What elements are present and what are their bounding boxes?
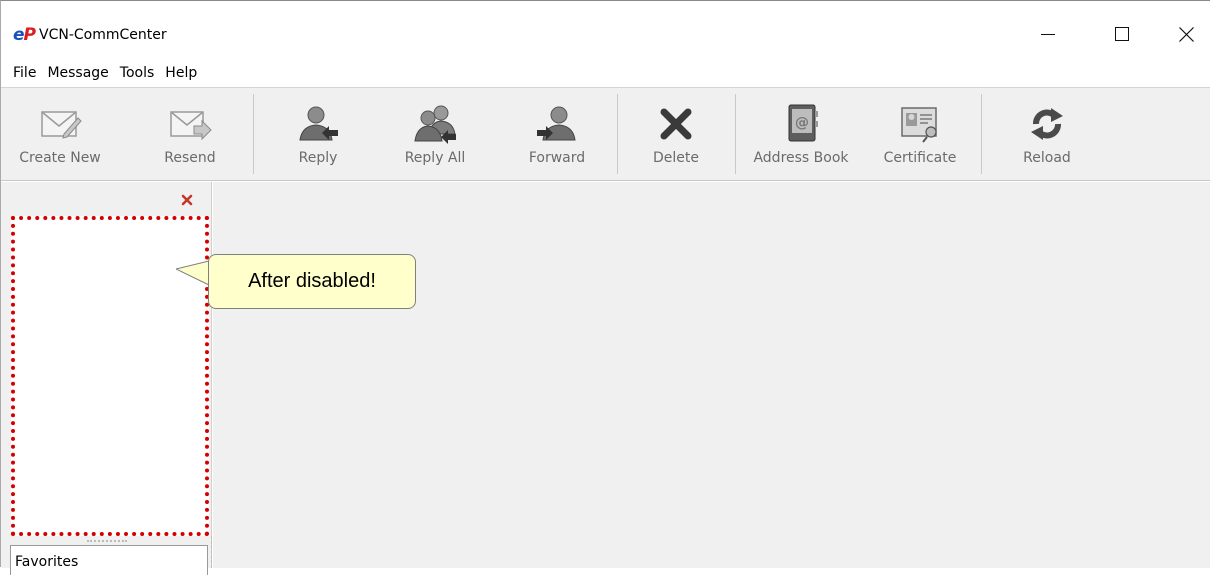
people-reply-icon — [413, 102, 457, 146]
reload-icon — [1025, 102, 1069, 146]
person-reply-icon — [296, 102, 340, 146]
logo-letter-p: P — [23, 25, 37, 45]
envelope-pencil-icon — [38, 102, 82, 146]
logo-letter-e: e — [13, 25, 24, 45]
menu-bar: File Message Tools Help — [1, 59, 1210, 87]
panel-header — [1, 182, 211, 214]
address-book-button[interactable]: @ Address Book — [745, 88, 857, 180]
certificate-label: Certificate — [883, 150, 957, 166]
forward-label: Forward — [528, 150, 586, 166]
maximize-icon — [1115, 27, 1129, 41]
toolbar-separator — [617, 94, 618, 174]
main-content-area — [213, 182, 1210, 568]
person-forward-icon — [535, 102, 579, 146]
menu-tools[interactable]: Tools — [115, 63, 161, 83]
reload-label: Reload — [1023, 150, 1071, 166]
window-title: VCN-CommCenter — [39, 27, 167, 43]
delete-label: Delete — [653, 150, 699, 166]
left-panel: Favorites — [1, 182, 212, 575]
create-new-label: Create New — [19, 150, 101, 166]
panel-divider — [211, 536, 212, 568]
menu-help[interactable]: Help — [160, 63, 203, 83]
resend-label: Resend — [164, 150, 216, 166]
callout-tail — [176, 260, 210, 286]
app-window: eP VCN-CommCenter File Message Tools Hel… — [0, 0, 1210, 575]
toolbar-separator — [253, 94, 254, 174]
reply-all-label: Reply All — [404, 150, 466, 166]
title-bar: eP VCN-CommCenter — [1, 1, 1210, 59]
toolbar-separator — [981, 94, 982, 174]
menu-message[interactable]: Message — [42, 63, 114, 83]
panel-close-button[interactable] — [181, 191, 195, 206]
reload-button[interactable]: Reload — [1017, 88, 1077, 180]
maximize-button[interactable] — [1099, 18, 1145, 50]
close-button[interactable] — [1163, 18, 1209, 50]
address-book-label: Address Book — [753, 150, 849, 166]
toolbar: Create New Resend Reply Reply All Forwar… — [1, 87, 1210, 181]
splitter-grip[interactable] — [87, 540, 127, 544]
delete-button[interactable]: Delete — [641, 88, 711, 180]
app-logo-icon: eP — [13, 25, 37, 45]
forward-button[interactable]: Forward — [521, 88, 593, 180]
reply-button[interactable]: Reply — [283, 88, 353, 180]
reply-all-button[interactable]: Reply All — [397, 88, 473, 180]
certificate-button[interactable]: Certificate — [875, 88, 965, 180]
svg-text:@: @ — [795, 115, 809, 131]
create-new-button[interactable]: Create New — [19, 88, 101, 180]
address-book-icon: @ — [779, 102, 823, 146]
minimize-button[interactable] — [1025, 18, 1071, 50]
close-x-icon — [181, 194, 193, 206]
favorites-tab[interactable]: Favorites — [10, 545, 208, 575]
callout-note: After disabled! — [208, 254, 416, 309]
reply-label: Reply — [298, 150, 338, 166]
resend-button[interactable]: Resend — [153, 88, 227, 180]
certificate-icon — [898, 102, 942, 146]
close-icon — [1178, 26, 1194, 42]
envelope-arrow-icon — [168, 102, 212, 146]
x-delete-icon — [654, 102, 698, 146]
menu-file[interactable]: File — [8, 63, 42, 83]
minimize-icon — [1041, 34, 1055, 35]
toolbar-separator — [735, 94, 736, 174]
